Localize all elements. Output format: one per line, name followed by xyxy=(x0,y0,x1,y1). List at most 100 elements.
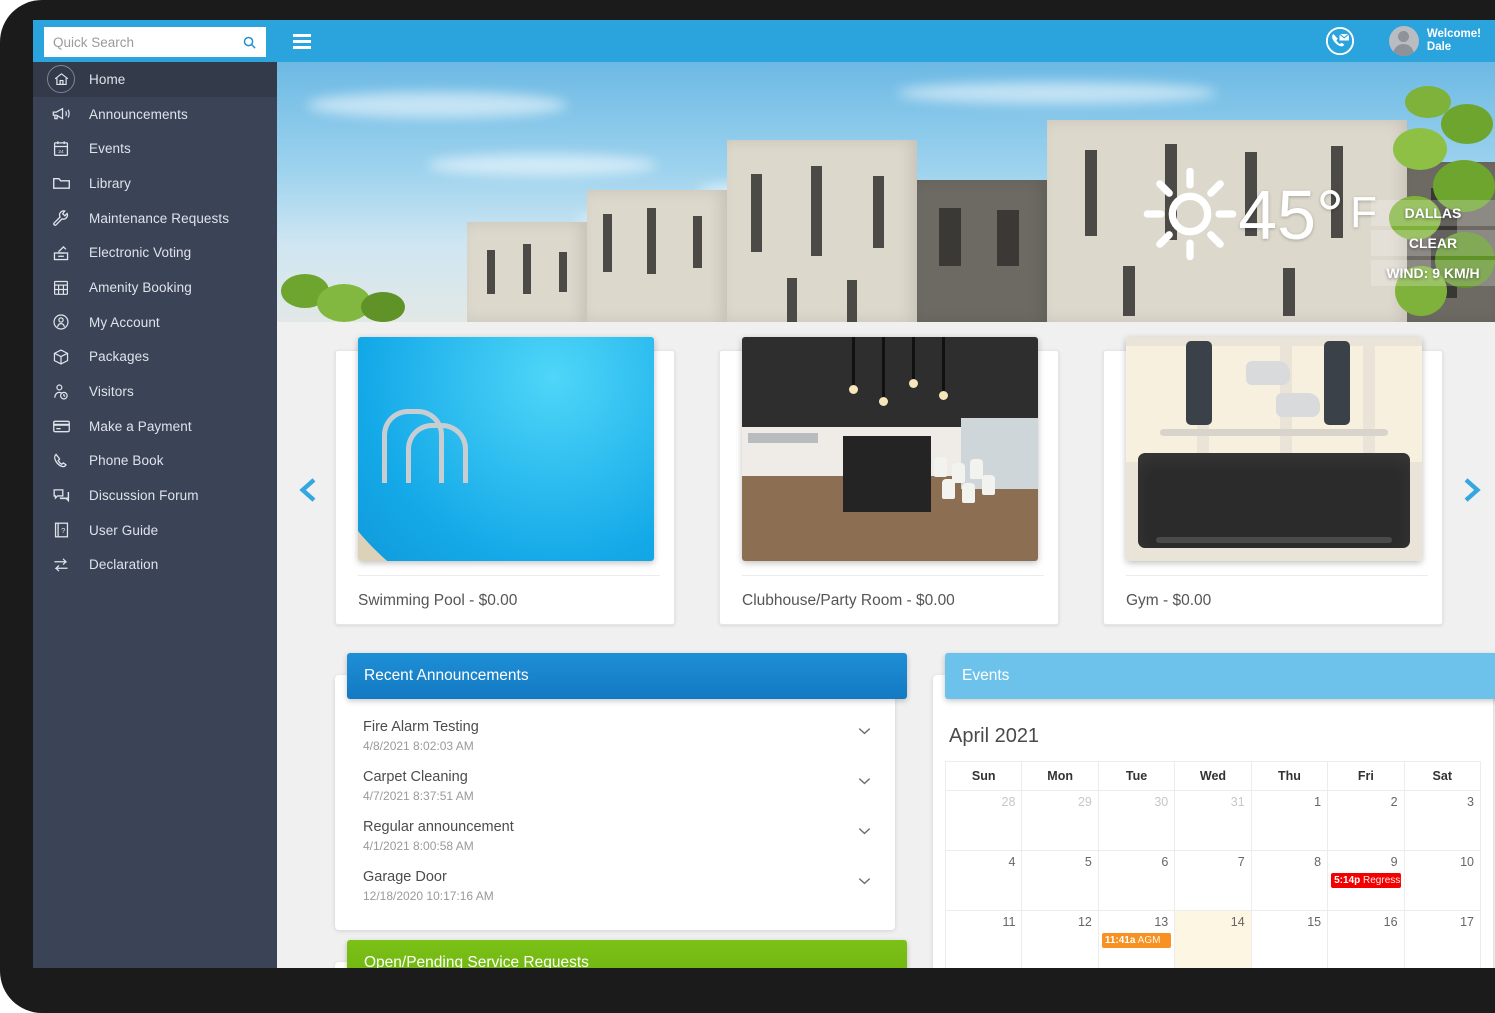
calendar-day-number: 16 xyxy=(1383,915,1398,929)
calendar-day-cell[interactable]: 17 xyxy=(1403,910,1482,968)
events-calendar: Sun Mon Tue Wed Thu Fri Sat 28 29 30 31 1 2 3 4… xyxy=(944,761,1482,968)
calendar-day-cell[interactable]: 11 xyxy=(944,910,1023,968)
calendar-day-cell[interactable]: 29 xyxy=(1021,790,1099,851)
calendar-day-cell[interactable]: 4 xyxy=(944,850,1023,911)
calendar-day-cell[interactable]: 16 xyxy=(1327,910,1405,968)
calendar-weekday: Fri xyxy=(1327,761,1405,791)
hero-banner: 45° F DALLAS CLEAR WIND: 9 KM/H xyxy=(277,62,1495,322)
user-circle-icon xyxy=(47,308,75,336)
calendar-event-chip[interactable]: 5:14p Regression xyxy=(1331,873,1401,888)
calendar-day-cell[interactable]: 5 xyxy=(1021,850,1099,911)
temperature-value: 45 xyxy=(1238,176,1317,254)
chevron-right-icon[interactable] xyxy=(1459,477,1485,503)
calendar-day-cell[interactable]: 8 xyxy=(1250,850,1329,911)
search-box[interactable] xyxy=(44,27,266,57)
sidebar-item-label: Phone Book xyxy=(89,453,164,469)
amenity-carousel: Swimming Pool - $0.00 Clubhouse/Party Ro… xyxy=(277,322,1495,642)
calendar-day-cell[interactable]: 1 xyxy=(1250,790,1329,851)
announcement-title: Fire Alarm Testing xyxy=(363,719,479,735)
service-requests-header: Open/Pending Service Requests xyxy=(347,940,907,968)
calendar-body: 282930311234567895:14p Regression1011121… xyxy=(944,790,1482,968)
sidebar-item-label: Maintenance Requests xyxy=(89,210,230,226)
service-requests-panel: Open/Pending Service Requests xyxy=(335,940,907,968)
calendar-weekday: Mon xyxy=(1021,761,1099,791)
sidebar-item-amenity-booking[interactable]: Amenity Booking xyxy=(33,270,277,305)
amenity-card[interactable]: Gym - $0.00 xyxy=(1103,337,1443,625)
calendar-day-cell[interactable]: 10 xyxy=(1403,850,1482,911)
calendar-day-cell[interactable]: 15 xyxy=(1250,910,1329,968)
calendar-day-cell[interactable]: 30 xyxy=(1097,790,1176,851)
top-bar-right: Welcome! Dale xyxy=(1325,26,1495,56)
credit-card-icon xyxy=(47,412,75,440)
sidebar-item-label: Announcements xyxy=(89,106,188,122)
calendar-weekday: Sat xyxy=(1403,761,1482,791)
calendar-weekday: Sun xyxy=(944,761,1023,791)
sidebar-item-discussion-forum[interactable]: Discussion Forum xyxy=(33,478,277,513)
calendar-day-cell[interactable]: 13 11:41a AGM xyxy=(1097,910,1176,968)
folder-icon xyxy=(47,169,75,197)
calendar-weekday: Thu xyxy=(1250,761,1329,791)
calendar-event-label: Regression xyxy=(1363,875,1401,886)
calendar-event-chip[interactable]: 11:41a AGM xyxy=(1101,933,1172,948)
sidebar-item-library[interactable]: Library xyxy=(33,166,277,201)
sidebar-item-maintenance-requests[interactable]: Maintenance Requests xyxy=(33,201,277,236)
calendar-day-cell[interactable]: 31 xyxy=(1174,790,1252,851)
calendar-day-cell[interactable]: 2 xyxy=(1327,790,1405,851)
calendar-day-cell[interactable]: 12 xyxy=(1021,910,1099,968)
sidebar-item-label: Packages xyxy=(89,349,150,365)
chevron-down-icon[interactable] xyxy=(858,827,871,835)
calendar-day-cell[interactable]: 14 xyxy=(1174,910,1252,968)
calendar-day-cell[interactable]: 28 xyxy=(944,790,1023,851)
amenity-card[interactable]: Swimming Pool - $0.00 xyxy=(335,337,675,625)
search-icon[interactable] xyxy=(242,35,257,50)
sidebar-item-make-a-payment[interactable]: Make a Payment xyxy=(33,409,277,444)
sidebar-item-declaration[interactable]: Declaration xyxy=(33,548,277,583)
chevron-left-icon[interactable] xyxy=(295,477,321,503)
calendar-day-number: 3 xyxy=(1467,795,1474,809)
sidebar-item-label: Declaration xyxy=(89,557,159,573)
sidebar-item-electronic-voting[interactable]: Electronic Voting xyxy=(33,235,277,270)
calendar-weekday: Tue xyxy=(1097,761,1176,791)
phone-icon xyxy=(47,447,75,475)
announcement-row[interactable]: Regular announcement 4/1/2021 8:00:58 AM xyxy=(335,811,895,861)
avatar[interactable] xyxy=(1388,26,1419,56)
temperature-reading: 45° F xyxy=(1238,178,1377,250)
sidebar-item-visitors[interactable]: Visitors xyxy=(33,374,277,409)
sidebar-item-announcements[interactable]: Announcements xyxy=(33,97,277,132)
svg-text:?: ? xyxy=(61,526,65,535)
amenity-name: Gym - $0.00 xyxy=(1126,575,1428,610)
sidebar-item-label: My Account xyxy=(89,314,160,330)
sidebar-item-home[interactable]: Home xyxy=(33,62,277,97)
announcement-row[interactable]: Fire Alarm Testing 4/8/2021 8:02:03 AM xyxy=(335,711,895,761)
exchange-arrows-icon xyxy=(47,551,75,579)
chevron-down-icon[interactable] xyxy=(858,877,871,885)
phone-envelope-icon[interactable] xyxy=(1325,26,1355,56)
chevron-down-icon[interactable] xyxy=(858,777,871,785)
search-input[interactable] xyxy=(53,34,242,50)
calendar-day-cell[interactable]: 7 xyxy=(1174,850,1252,911)
sidebar-item-events[interactable]: 24 Events xyxy=(33,131,277,166)
visitor-icon xyxy=(47,378,75,406)
weather-details: DALLAS CLEAR WIND: 9 KM/H xyxy=(1371,200,1495,290)
calendar-day-cell[interactable]: 9 5:14p Regression xyxy=(1327,850,1405,911)
sidebar-item-user-guide[interactable]: ? User Guide xyxy=(33,513,277,548)
calendar-day-cell[interactable]: 3 xyxy=(1403,790,1482,851)
amenity-card[interactable]: Clubhouse/Party Room - $0.00 xyxy=(719,337,1059,625)
chevron-down-icon[interactable] xyxy=(858,727,871,735)
sidebar-item-phone-book[interactable]: Phone Book xyxy=(33,444,277,479)
calendar-day-number: 4 xyxy=(1008,855,1016,869)
announcement-row[interactable]: Carpet Cleaning 4/7/2021 8:37:51 AM xyxy=(335,761,895,811)
chat-bubbles-icon xyxy=(47,482,75,510)
announcement-date: 12/18/2020 10:17:16 AM xyxy=(363,889,494,903)
building-photo xyxy=(587,190,727,322)
calendar-day-number: 8 xyxy=(1314,855,1322,869)
sun-icon xyxy=(1143,167,1237,261)
calendar-icon: 24 xyxy=(47,135,75,163)
calendar-day-cell[interactable]: 6 xyxy=(1097,850,1176,911)
svg-text:24: 24 xyxy=(58,149,64,155)
hamburger-icon[interactable] xyxy=(293,33,311,49)
sidebar-item-packages[interactable]: Packages xyxy=(33,340,277,375)
sidebar-item-my-account[interactable]: My Account xyxy=(33,305,277,340)
announcement-row[interactable]: Garage Door 12/18/2020 10:17:16 AM xyxy=(335,861,895,911)
calendar-week-row: 4 5 6 7 8 9 5:14p Regression 10 xyxy=(944,850,1482,911)
